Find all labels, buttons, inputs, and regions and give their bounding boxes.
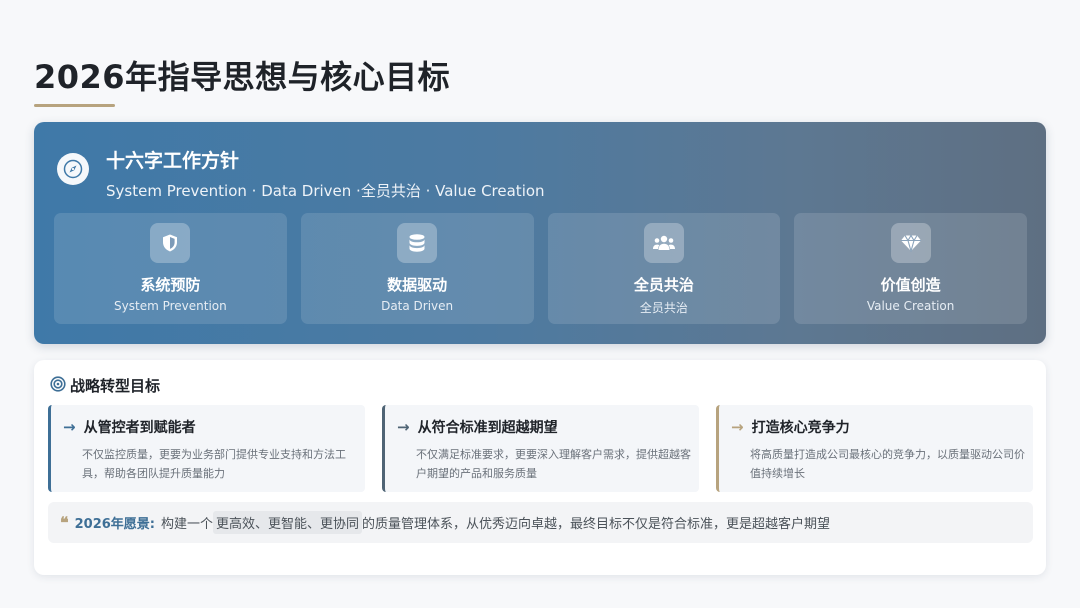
- pillar-subtitle: System Prevention: [114, 299, 227, 313]
- shield-icon: [150, 223, 191, 263]
- goal-title: 从管控者到赋能者: [83, 420, 196, 436]
- title-underline: [34, 104, 115, 107]
- pillar-all-staff: 全员共治 全员共治: [547, 213, 781, 324]
- pillar-subtitle: Value Creation: [866, 299, 955, 313]
- banner-title: 十六字工作方针: [106, 150, 240, 172]
- pillar-list: 系统预防 System Prevention 数据驱动 Data Driven: [54, 213, 1027, 324]
- goal-description: 将高质量打造成公司最核心的竞争力，以质量驱动公司价值持续增长: [750, 448, 1025, 480]
- guiding-principles-banner: 十六字工作方针 System Prevention · Data Driven …: [34, 122, 1046, 344]
- database-icon: [397, 223, 438, 263]
- goal-description: 不仅监控质量，更要为业务部门提供专业支持和方法工具，帮助各团队提升质量能力: [82, 448, 346, 480]
- pillar-title: 系统预防: [140, 276, 201, 294]
- quote-icon: ❝: [60, 513, 69, 532]
- goal-title: 打造核心竞争力: [751, 420, 850, 436]
- banner-subtitle: System Prevention · Data Driven ·全员共治 · …: [106, 182, 545, 200]
- pillar-value-creation: 价值创造 Value Creation: [794, 213, 1027, 324]
- goals-heading-label: 战略转型目标: [70, 377, 161, 395]
- pillar-system-prevention: 系统预防 System Prevention: [54, 213, 287, 324]
- pillar-title: 数据驱动: [387, 276, 448, 294]
- pillar-title: 价值创造: [880, 276, 941, 294]
- vision-highlight: 更高效、更智能、更协同: [213, 511, 363, 534]
- arrow-right-icon: →: [63, 418, 76, 436]
- pillar-subtitle: Data Driven: [381, 299, 454, 313]
- goal-title-row: → 从管控者到赋能者: [63, 417, 196, 437]
- gem-icon: [890, 223, 931, 263]
- goal-description: 不仅满足标准要求，更要深入理解客户需求，提供超越客户期望的产品和服务质量: [416, 448, 691, 480]
- target-icon: [50, 375, 66, 396]
- goal-title-row: → 从符合标准到超越期望: [397, 417, 558, 437]
- page-title: 2026年指导思想与核心目标: [34, 58, 451, 96]
- goals-heading: 战略转型目标: [50, 375, 160, 396]
- arrow-right-icon: →: [731, 418, 744, 436]
- vision-statement: ❝ 2026年愿景: 构建一个 更高效、更智能、更协同 的质量管理体系，从优秀迈…: [48, 502, 1033, 543]
- goal-title: 从符合标准到超越期望: [417, 420, 558, 436]
- compass-icon: [57, 153, 89, 185]
- pillar-data-driven: 数据驱动 Data Driven: [300, 213, 534, 324]
- goal-item-exceed-expectations: → 从符合标准到超越期望 不仅满足标准要求，更要深入理解客户需求，提供超越客户期…: [382, 405, 699, 492]
- vision-label: 2026年愿景:: [74, 517, 155, 532]
- users-icon: [643, 223, 684, 263]
- pillar-subtitle: 全员共治: [639, 301, 688, 315]
- goal-title-row: → 打造核心竞争力: [731, 417, 850, 437]
- vision-text-after: 的质量管理体系，从优秀迈向卓越，最终目标不仅是符合标准，更是超越客户期望: [362, 517, 831, 532]
- pillar-title: 全员共治: [633, 276, 694, 294]
- goal-item-core-competitiveness: → 打造核心竞争力 将高质量打造成公司最核心的竞争力，以质量驱动公司价值持续增长: [716, 405, 1033, 492]
- strategic-goals-card: 战略转型目标 → 从管控者到赋能者 不仅监控质量，更要为业务部门提供专业支持和方…: [34, 360, 1046, 575]
- goal-item-enabler: → 从管控者到赋能者 不仅监控质量，更要为业务部门提供专业支持和方法工具，帮助各…: [48, 405, 365, 492]
- arrow-right-icon: →: [397, 418, 410, 436]
- vision-text-before: 构建一个: [161, 517, 214, 532]
